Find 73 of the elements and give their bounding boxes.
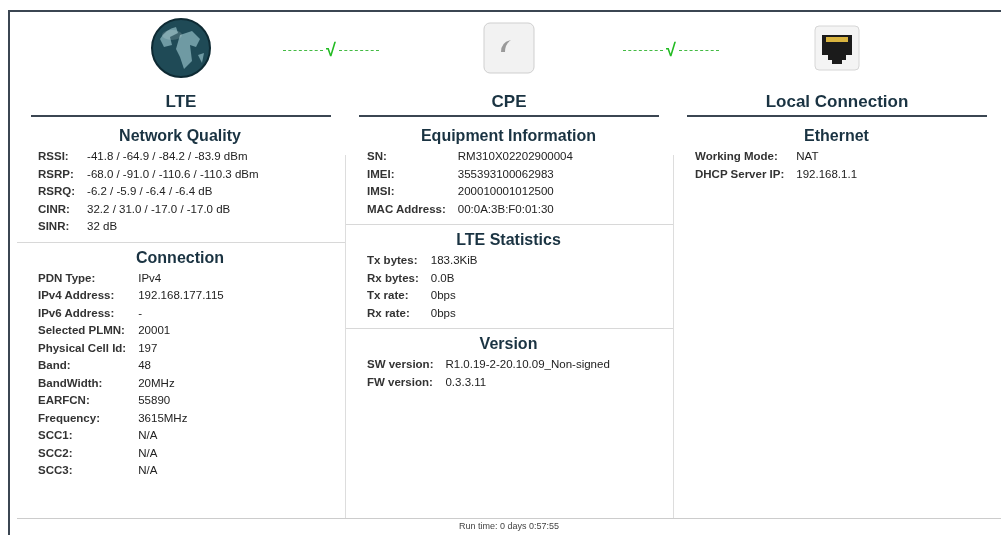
field-value: 32 dB bbox=[87, 219, 119, 234]
field-label: Tx rate: bbox=[367, 288, 410, 303]
field-value: 192.168.1.1 bbox=[796, 166, 858, 182]
field-label: MAC Address: bbox=[367, 201, 446, 217]
field-label: IMSI: bbox=[367, 184, 396, 199]
section-title: Equipment Information bbox=[419, 127, 598, 145]
section-title: Version bbox=[478, 335, 539, 353]
field-label: SCC1: bbox=[38, 428, 74, 443]
field-label: DHCP Server IP: bbox=[695, 166, 785, 182]
field-value: 0.0B bbox=[430, 270, 456, 286]
field-value: 200010001012500 bbox=[457, 184, 555, 199]
column-title: CPE bbox=[359, 82, 659, 117]
status-check: √ bbox=[326, 40, 336, 61]
section-title: Network Quality bbox=[118, 127, 242, 145]
field-label: Band: bbox=[38, 358, 72, 373]
field-label: RSRP: bbox=[38, 166, 75, 182]
field-label: SCC2: bbox=[38, 445, 74, 461]
field-value: 197 bbox=[138, 340, 159, 356]
globe-icon bbox=[150, 17, 212, 79]
field-label: IMEI: bbox=[367, 166, 396, 182]
field-label: Selected PLMN: bbox=[38, 323, 126, 338]
field-label: SINR: bbox=[38, 219, 71, 234]
ethernet-port-icon bbox=[814, 25, 860, 71]
field-value: 0bps bbox=[430, 288, 457, 303]
field-label: PDN Type: bbox=[38, 270, 97, 286]
field-label: Tx bytes: bbox=[367, 253, 419, 268]
field-label: RSSI: bbox=[38, 149, 70, 164]
field-label: EARFCN: bbox=[38, 393, 91, 408]
status-check: √ bbox=[666, 40, 676, 61]
field-label: RSRQ: bbox=[38, 184, 76, 199]
section-title: Ethernet bbox=[803, 127, 870, 145]
field-value: N/A bbox=[138, 463, 159, 478]
field-value: 55890 bbox=[138, 393, 172, 408]
field-label: Rx bytes: bbox=[367, 270, 419, 286]
field-label: SN: bbox=[367, 149, 388, 164]
column-title: LTE bbox=[31, 82, 331, 117]
field-label: IPv6 Address: bbox=[38, 305, 116, 321]
field-value: -68.0 / -91.0 / -110.6 / -110.3 dBm bbox=[87, 166, 259, 182]
field-value: IPv4 bbox=[138, 270, 163, 286]
field-value: 00:0A:3B:F0:01:30 bbox=[457, 201, 555, 217]
field-value: 3615MHz bbox=[138, 410, 189, 426]
field-label: BandWidth: bbox=[38, 375, 104, 391]
field-value: -6.2 / -5.9 / -6.4 / -6.4 dB bbox=[87, 184, 214, 199]
field-value: RM310X02202900004 bbox=[457, 149, 573, 164]
field-label: Rx rate: bbox=[367, 305, 411, 321]
field-label: Physical Cell Id: bbox=[38, 340, 127, 356]
field-value: NAT bbox=[796, 149, 820, 164]
section-title: Connection bbox=[135, 248, 225, 267]
field-label: Frequency: bbox=[38, 410, 101, 426]
field-value: 48 bbox=[138, 358, 152, 373]
field-label: IPv4 Address: bbox=[38, 288, 116, 303]
field-value: -41.8 / -64.9 / -84.2 / -83.9 dBm bbox=[87, 149, 249, 164]
field-value: 0.3.3.11 bbox=[445, 374, 488, 390]
column-title: Local Connection bbox=[687, 82, 987, 117]
field-value: 183.3KiB bbox=[430, 253, 478, 268]
run-time: Run time: 0 days 0:57:55 bbox=[17, 518, 1001, 531]
field-value: N/A bbox=[138, 445, 159, 461]
field-value: 20001 bbox=[138, 323, 172, 338]
field-value: 192.168.177.115 bbox=[138, 288, 224, 303]
field-value: N/A bbox=[138, 428, 159, 443]
field-value: R1.0.19-2-20.10.09_Non-signed bbox=[445, 357, 610, 372]
field-label: SW version: bbox=[367, 357, 434, 372]
field-value: 0bps bbox=[430, 305, 457, 321]
field-label: FW version: bbox=[367, 374, 434, 390]
field-value: 20MHz bbox=[138, 375, 176, 391]
router-icon bbox=[483, 22, 535, 74]
field-value: 32.2 / 31.0 / -17.0 / -17.0 dB bbox=[87, 201, 232, 217]
field-label: Working Mode: bbox=[695, 149, 779, 164]
section-title: LTE Statistics bbox=[455, 231, 562, 249]
field-label: CINR: bbox=[38, 201, 71, 217]
field-value: - bbox=[138, 305, 144, 321]
field-value: 355393100062983 bbox=[457, 166, 555, 182]
field-label: SCC3: bbox=[38, 463, 74, 478]
